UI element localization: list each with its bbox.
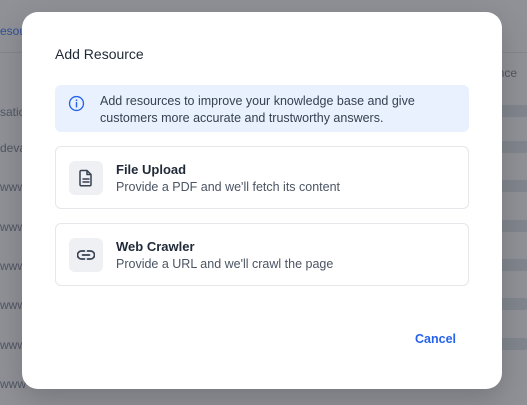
option-title: File Upload <box>116 162 187 177</box>
info-text: Add resources to improve your knowledge … <box>100 94 415 125</box>
option-description: Provide a PDF and we'll fetch its conten… <box>116 180 341 194</box>
link-icon <box>77 250 95 260</box>
option-icon-container <box>69 161 103 195</box>
file-upload-option[interactable]: File Upload Provide a PDF and we'll fetc… <box>55 146 469 209</box>
web-crawler-option[interactable]: Web Crawler Provide a URL and we'll craw… <box>55 223 469 286</box>
dialog-title: Add Resource <box>55 46 144 62</box>
add-resource-dialog: Add Resource Add resources to improve yo… <box>22 12 502 389</box>
info-circle-icon <box>68 95 85 112</box>
cancel-button[interactable]: Cancel <box>415 332 456 346</box>
document-icon <box>79 169 92 187</box>
option-title: Web Crawler <box>116 239 195 254</box>
option-icon-container <box>69 238 103 272</box>
info-banner: Add resources to improve your knowledge … <box>55 85 469 132</box>
option-description: Provide a URL and we'll crawl the page <box>116 257 334 271</box>
